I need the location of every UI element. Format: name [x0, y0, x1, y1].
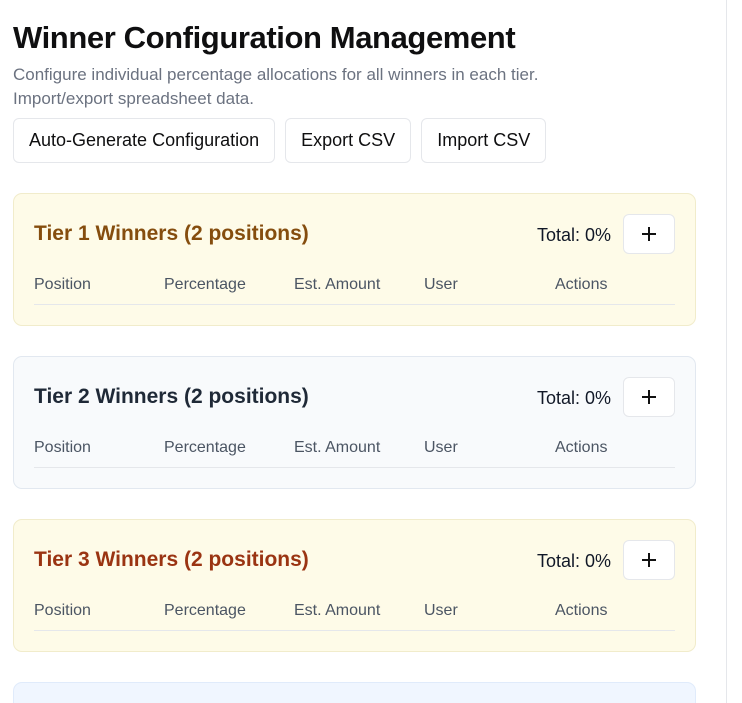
action-toolbar: Auto-Generate Configuration Export CSV I… [13, 118, 547, 163]
tier-2-card: Tier 2 Winners (2 positions) Total: 0% P… [13, 356, 696, 489]
page-title: Winner Configuration Management [13, 20, 516, 55]
column-position: Position [34, 276, 91, 293]
column-user: User [424, 439, 458, 456]
plus-icon [642, 390, 656, 404]
tier-4-card [13, 682, 696, 703]
column-est-amount: Est. Amount [294, 439, 381, 456]
column-est-amount: Est. Amount [294, 602, 381, 619]
column-percentage: Percentage [164, 439, 246, 456]
column-actions: Actions [555, 439, 608, 456]
column-est-amount: Est. Amount [294, 276, 381, 293]
add-winner-button[interactable] [623, 540, 675, 580]
table-header: Position Percentage Est. Amount User Act… [34, 601, 675, 631]
column-actions: Actions [555, 276, 608, 293]
tier-title: Tier 1 Winners (2 positions) [34, 222, 309, 245]
column-position: Position [34, 439, 91, 456]
tier-1-card: Tier 1 Winners (2 positions) Total: 0% P… [13, 193, 696, 326]
add-winner-button[interactable] [623, 377, 675, 417]
column-percentage: Percentage [164, 602, 246, 619]
plus-icon [642, 227, 656, 241]
import-csv-button[interactable]: Import CSV [421, 118, 547, 163]
column-user: User [424, 602, 458, 619]
column-position: Position [34, 602, 91, 619]
tier-title: Tier 3 Winners (2 positions) [34, 548, 309, 571]
table-header: Position Percentage Est. Amount User Act… [34, 438, 675, 468]
add-winner-button[interactable] [623, 214, 675, 254]
tier-title: Tier 2 Winners (2 positions) [34, 385, 309, 408]
tier-total: Total: 0% [536, 551, 611, 571]
column-actions: Actions [555, 602, 608, 619]
tier-total: Total: 0% [536, 225, 611, 245]
main-content: Winner Configuration Management Configur… [0, 0, 726, 703]
column-percentage: Percentage [164, 276, 246, 293]
export-csv-button[interactable]: Export CSV [285, 118, 412, 163]
scrollbar-track[interactable] [726, 0, 742, 703]
column-user: User [424, 276, 458, 293]
page-description: Configure individual percentage allocati… [13, 65, 539, 108]
tier-total: Total: 0% [536, 388, 611, 408]
plus-icon [642, 553, 656, 567]
auto-generate-button[interactable]: Auto-Generate Configuration [13, 118, 276, 163]
table-header: Position Percentage Est. Amount User Act… [34, 275, 675, 305]
tier-3-card: Tier 3 Winners (2 positions) Total: 0% P… [13, 519, 696, 652]
